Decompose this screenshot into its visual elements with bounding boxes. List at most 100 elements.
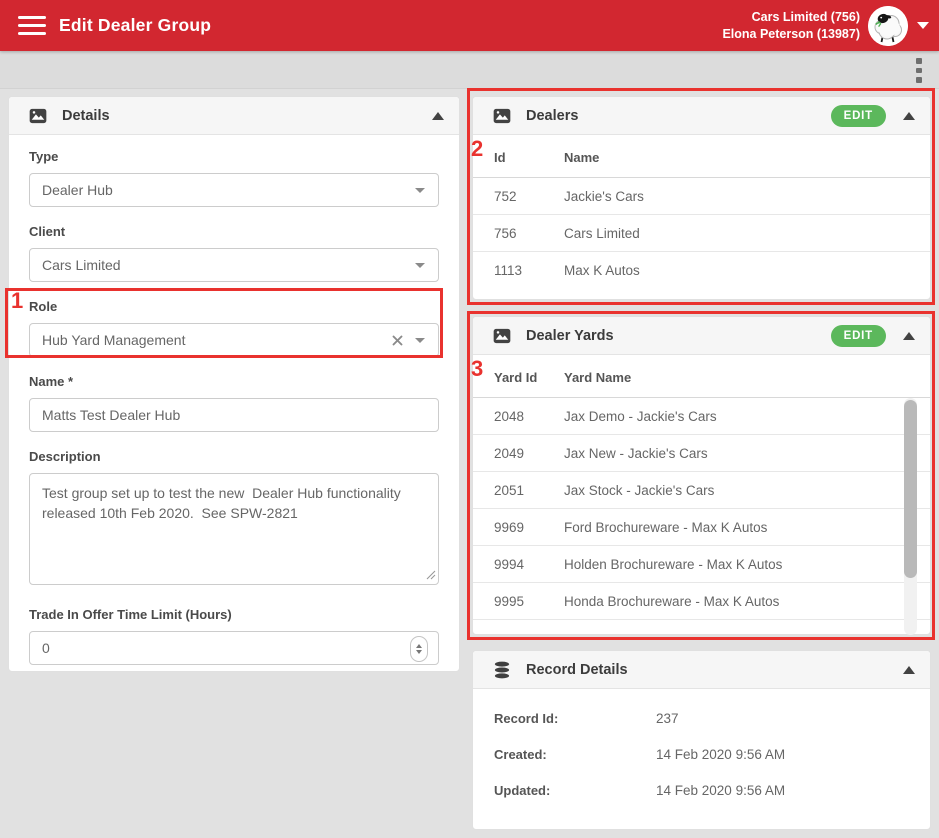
description-textarea[interactable]: Test group set up to test the new Dealer…	[29, 473, 439, 585]
number-stepper[interactable]	[410, 636, 428, 662]
record-details-panel: Record Details Record Id: 237 Created: 1…	[472, 650, 931, 830]
collapse-icon[interactable]	[903, 331, 915, 340]
trade-in-field-group: Trade In Offer Time Limit (Hours)	[29, 607, 439, 665]
collapse-icon[interactable]	[903, 111, 915, 120]
role-field-group: Role Hub Yard Management	[29, 299, 439, 357]
yard-name: Jax New - Jackie's Cars	[564, 445, 708, 461]
trade-in-input[interactable]	[30, 632, 438, 664]
sheep-avatar-image	[868, 5, 908, 46]
dealer-name: Max K Autos	[564, 263, 640, 278]
page: Edit Dealer Group Cars Limited (756) Elo…	[0, 0, 939, 838]
chevron-down-icon[interactable]	[415, 337, 425, 343]
updated-value: 14 Feb 2020 9:56 AM	[656, 782, 786, 798]
trade-in-wrap	[29, 631, 439, 665]
name-input[interactable]	[30, 399, 438, 431]
client-field-group: Client Cars Limited	[29, 224, 439, 282]
dealer-yards-panel: Dealer Yards EDIT Yard Id Yard Name 2048…	[472, 316, 931, 635]
role-label: Role	[29, 299, 58, 314]
scrollbar-thumb[interactable]	[904, 400, 917, 578]
client-label: Client	[29, 224, 66, 239]
dealer-id: 752	[494, 188, 517, 204]
role-select-value: Hub Yard Management	[42, 332, 186, 348]
yard-id: 9994	[494, 556, 525, 572]
chevron-down-icon[interactable]	[415, 262, 425, 268]
dealer-yards-panel-header: Dealer Yards EDIT	[473, 317, 930, 355]
role-select[interactable]: Hub Yard Management	[29, 323, 439, 357]
dealer-yards-table-header: Yard Id Yard Name	[473, 355, 930, 398]
name-label: Name *	[29, 374, 74, 389]
yard-name: Holden Brochureware - Max K Autos	[564, 556, 783, 572]
account-menu-caret-icon[interactable]	[917, 22, 929, 29]
chevron-down-icon[interactable]	[415, 187, 425, 193]
table-row: 756 Cars Limited	[473, 215, 930, 252]
scrollbar-track[interactable]	[904, 398, 917, 635]
yard-name: Ford Brochureware - Max K Autos	[564, 519, 768, 535]
type-select-value: Dealer Hub	[42, 182, 113, 198]
stepper-down-icon[interactable]	[416, 650, 422, 654]
type-label: Type	[29, 149, 59, 164]
stepper-up-icon[interactable]	[416, 644, 422, 648]
account-user: Elona Peterson (13987)	[722, 26, 860, 41]
client-select[interactable]: Cars Limited	[29, 248, 439, 282]
table-row: 9995 Honda Brochureware - Max K Autos	[473, 583, 930, 620]
updated-row: Updated: 14 Feb 2020 9:56 AM	[494, 772, 910, 808]
dealers-edit-button[interactable]: EDIT	[830, 104, 886, 127]
yard-name: Jax Demo - Jackie's Cars	[564, 408, 717, 424]
dealers-panel-title: Dealers	[526, 107, 579, 124]
collapse-icon[interactable]	[432, 111, 444, 120]
description-field-group: Description Test group set up to test th…	[29, 449, 439, 590]
description-wrap: Test group set up to test the new Dealer…	[29, 473, 439, 590]
type-select[interactable]: Dealer Hub	[29, 173, 439, 207]
record-id-label: Record Id:	[494, 710, 559, 726]
dealers-panel: Dealers EDIT Id Name 752 Jackie's Cars 7…	[472, 96, 931, 300]
collapse-icon[interactable]	[903, 665, 915, 674]
client-select-value: Cars Limited	[42, 257, 121, 273]
yard-name: Honda Brochureware - Max K Autos	[564, 593, 780, 609]
app-bar: Edit Dealer Group Cars Limited (756) Elo…	[0, 0, 939, 51]
table-row: 9969 Ford Brochureware - Max K Autos	[473, 509, 930, 546]
yard-id: 9995	[494, 593, 525, 609]
account-client: Cars Limited (756)	[751, 9, 860, 24]
account-info: Cars Limited (756) Elona Peterson (13987…	[722, 9, 860, 43]
yards-col-name: Yard Name	[564, 370, 632, 385]
yard-id: 2048	[494, 408, 525, 424]
table-row: 9994 Holden Brochureware - Max K Autos	[473, 546, 930, 583]
kebab-menu-icon[interactable]	[916, 58, 922, 87]
image-icon	[493, 328, 511, 343]
dealers-panel-header: Dealers EDIT	[473, 97, 930, 135]
clear-icon[interactable]	[392, 335, 403, 346]
record-details-panel-header: Record Details	[473, 651, 930, 689]
dealer-name: Jackie's Cars	[564, 188, 644, 204]
yard-name: Jax Stock - Jackie's Cars	[564, 482, 715, 498]
database-icon	[494, 661, 510, 678]
table-row: 2051 Jax Stock - Jackie's Cars	[473, 472, 930, 509]
avatar[interactable]	[868, 5, 908, 46]
dealers-col-name: Name	[564, 150, 600, 165]
dealer-id: 756	[494, 225, 517, 241]
details-panel-header: Details	[9, 97, 459, 135]
record-id-row: Record Id: 237	[494, 700, 910, 736]
created-value: 14 Feb 2020 9:56 AM	[656, 746, 786, 762]
details-form: Type Dealer Hub Client Cars Limited Role…	[9, 135, 459, 665]
yards-col-id: Yard Id	[494, 370, 538, 385]
table-row: 752 Jackie's Cars	[473, 178, 930, 215]
created-label: Created:	[494, 746, 547, 762]
type-field-group: Type Dealer Hub	[29, 149, 439, 207]
dealers-col-id: Id	[494, 150, 506, 165]
yard-id: 9969	[494, 519, 525, 535]
account-area: Cars Limited (756) Elona Peterson (13987…	[722, 5, 929, 46]
dealers-table-header: Id Name	[473, 135, 930, 178]
details-panel-title: Details	[62, 107, 110, 124]
table-row: 2049 Jax New - Jackie's Cars	[473, 435, 930, 472]
name-field-group: Name *	[29, 374, 439, 432]
table-row: 1113 Max K Autos	[473, 252, 930, 289]
image-icon	[29, 108, 47, 123]
created-row: Created: 14 Feb 2020 9:56 AM	[494, 736, 910, 772]
dealer-yards-edit-button[interactable]: EDIT	[830, 324, 886, 347]
page-title: Edit Dealer Group	[59, 15, 212, 35]
yard-id: 2051	[494, 482, 525, 498]
hamburger-menu-icon[interactable]	[18, 15, 46, 36]
table-row: 2048 Jax Demo - Jackie's Cars	[473, 398, 930, 435]
dealer-name: Cars Limited	[564, 225, 640, 241]
record-details-panel-title: Record Details	[526, 661, 628, 678]
